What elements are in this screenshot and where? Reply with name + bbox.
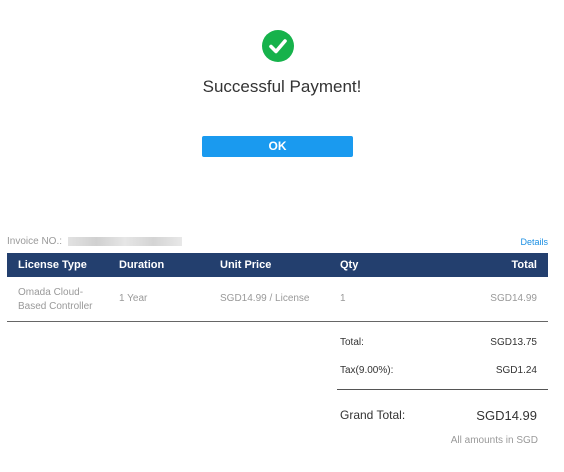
tax-label: Tax(9.00%): [340, 365, 394, 376]
invoice-number-redacted [67, 236, 182, 246]
ok-button[interactable]: OK [202, 136, 353, 157]
cell-total: SGD14.99 [490, 293, 537, 304]
table-row: Omada Cloud-Based Controller 1 Year SGD1… [7, 277, 548, 322]
cell-duration: 1 Year [119, 293, 148, 304]
header-qty: Qty [340, 259, 359, 271]
cell-qty: 1 [340, 293, 346, 304]
cell-license-type: Omada Cloud-Based Controller [18, 287, 93, 312]
details-link[interactable]: Details [520, 237, 548, 247]
cell-unit-price: SGD14.99 / License [220, 293, 310, 304]
summary-divider [337, 389, 548, 390]
tax-value: SGD1.24 [495, 365, 537, 376]
header-duration: Duration [119, 259, 165, 271]
total-value: SGD13.75 [490, 337, 537, 348]
currency-note: All amounts in SGD [450, 435, 538, 446]
grand-total-value: SGD14.99 [476, 408, 537, 423]
table-header: License Type Duration Unit Price Qty Tot… [7, 253, 548, 277]
grand-total-label: Grand Total: [340, 408, 406, 422]
payment-status-title: Successful Payment! [202, 77, 362, 96]
header-unit-price: Unit Price [220, 259, 272, 271]
order-table: License Type Duration Unit Price Qty Tot… [7, 253, 548, 322]
invoice-row: Invoice NO.: Details [7, 236, 548, 247]
check-circle-icon [262, 30, 294, 62]
header-license-type: License Type [18, 259, 87, 271]
invoice-label: Invoice NO.: [7, 236, 63, 247]
header-total: Total [511, 259, 537, 271]
total-label: Total: [340, 337, 364, 348]
